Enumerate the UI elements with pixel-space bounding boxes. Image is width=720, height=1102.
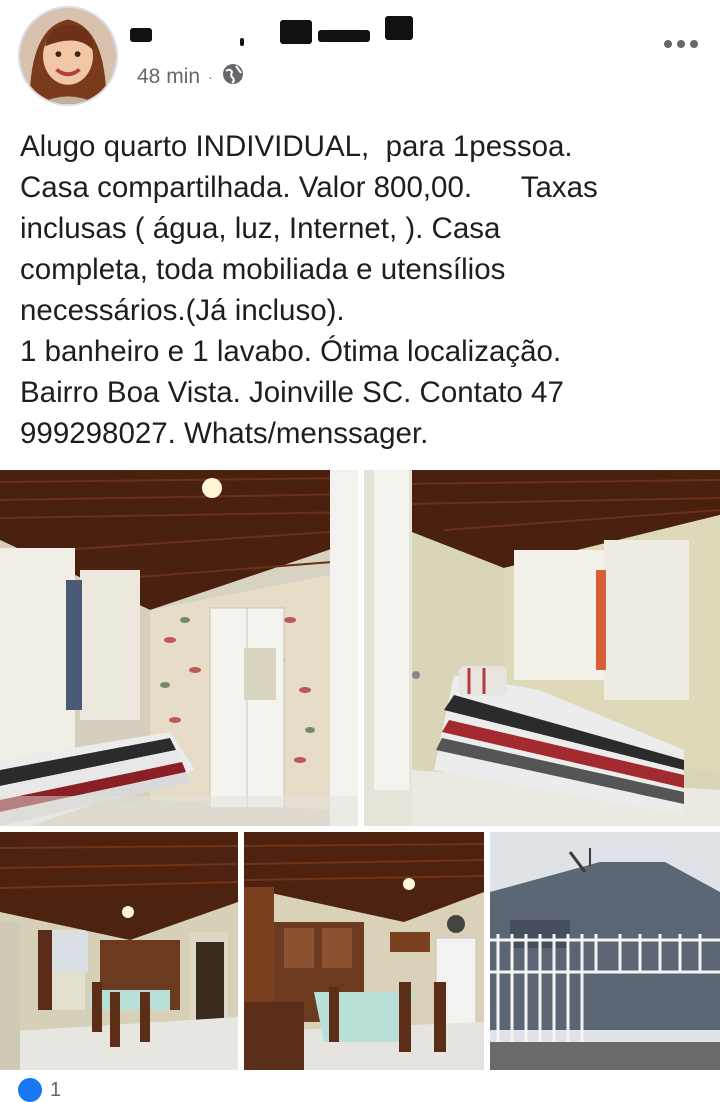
post-meta: 48 min ·	[137, 62, 245, 92]
post-text-line: inclusas ( água, luz, Internet, ). Casa	[20, 212, 501, 245]
author-name-redacted-4	[385, 16, 413, 40]
photo-bedroom-bed[interactable]	[364, 470, 720, 826]
post-text-line: Bairro Boa Vista. Joinville SC. Contato …	[20, 376, 564, 409]
meta-separator: ·	[208, 69, 213, 85]
post-text-line: necessários.(Já incluso).	[20, 294, 345, 327]
photo-kitchen-dining[interactable]	[0, 832, 238, 1070]
author-name-redacted-5	[240, 38, 244, 46]
photo-house-exterior[interactable]	[490, 832, 720, 1070]
author-name-redacted[interactable]	[130, 28, 152, 42]
like-icon	[18, 1078, 42, 1102]
profile-photo-icon	[20, 8, 116, 104]
globe-icon	[221, 62, 245, 92]
author-name-redacted-3	[318, 30, 370, 42]
reaction-count: 1	[50, 1078, 62, 1101]
post-header: 48 min ·	[0, 0, 720, 110]
author-avatar[interactable]	[18, 6, 118, 106]
reactions-bar[interactable]: 1	[18, 1078, 61, 1102]
post-text-line: Casa compartilhada. Valor 800,00. Taxas	[20, 171, 598, 204]
post-text-line: 1 banheiro e 1 lavabo. Ótima localização…	[20, 335, 562, 368]
photo-kitchen-fridge[interactable]	[244, 832, 484, 1070]
post-body: Alugo quarto INDIVIDUAL, para 1pessoa. C…	[20, 126, 710, 454]
author-name-redacted-2	[280, 20, 312, 44]
photo-bedroom-wardrobe[interactable]	[0, 470, 358, 826]
post-text-line: completa, toda mobiliada e utensílios	[20, 253, 506, 286]
post-time[interactable]: 48 min	[137, 65, 200, 89]
post-text-line: 999298027. Whats/menssager.	[20, 417, 429, 450]
more-options-icon[interactable]	[664, 40, 698, 48]
post-text-line: Alugo quarto INDIVIDUAL, para 1pessoa.	[20, 130, 573, 163]
